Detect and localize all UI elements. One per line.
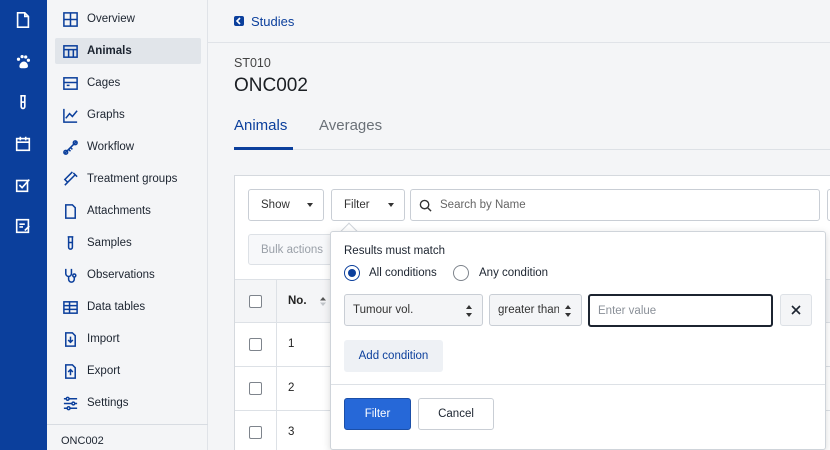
- column-header-no[interactable]: No.: [288, 295, 307, 307]
- document-icon[interactable]: [12, 9, 34, 31]
- sidebar-item-label: Cages: [87, 77, 121, 89]
- sidebar-item-observations[interactable]: Observations: [55, 262, 201, 288]
- sidebar-item-graphs[interactable]: Graphs: [55, 102, 201, 128]
- add-condition-button[interactable]: Add condition: [344, 340, 443, 372]
- operator-select[interactable]: greater than: [489, 294, 582, 326]
- row-number: 2: [288, 382, 295, 394]
- radio-all-conditions[interactable]: [344, 265, 360, 281]
- paw-icon[interactable]: [12, 51, 34, 73]
- sidebar-item-overview[interactable]: Overview: [55, 6, 201, 32]
- select-all-checkbox[interactable]: [249, 295, 262, 308]
- sidebar-item-workflow[interactable]: Workflow: [55, 134, 201, 160]
- row-checkbox[interactable]: [249, 426, 262, 439]
- sidebar-item-label: Observations: [87, 269, 155, 281]
- tab-averages[interactable]: Averages: [319, 117, 382, 150]
- field-select[interactable]: Tumour vol.: [344, 294, 483, 326]
- sidebar-item-data-tables[interactable]: Data tables: [55, 294, 201, 320]
- back-to-studies-link[interactable]: Studies: [251, 14, 294, 29]
- icon-rail: [0, 0, 47, 450]
- sidebar-item-label: Graphs: [87, 109, 125, 121]
- workflow-icon: [61, 138, 79, 156]
- operator-select-value: greater than: [498, 304, 559, 316]
- search-box: [410, 189, 820, 221]
- import-icon: [61, 330, 79, 348]
- sidebar-item-label: Overview: [87, 13, 135, 25]
- breadcrumb: Studies: [208, 0, 830, 43]
- field-select-value: Tumour vol.: [353, 304, 414, 316]
- column-divider: [276, 367, 277, 411]
- notes-icon[interactable]: [12, 215, 34, 237]
- sidebar-item-label: Export: [87, 365, 121, 377]
- apply-filter-button[interactable]: Filter: [344, 398, 411, 430]
- sidebar-item-label: Data tables: [87, 301, 146, 313]
- sidebar-item-cages[interactable]: Cages: [55, 70, 201, 96]
- sidebar-item-samples[interactable]: Samples: [55, 230, 201, 256]
- calendar-icon[interactable]: [12, 133, 34, 155]
- remove-condition-button[interactable]: [780, 294, 812, 326]
- row-checkbox[interactable]: [249, 338, 262, 351]
- popover-divider: [331, 384, 825, 385]
- sidebar: Overview Animals Cages Graphs Workflow T…: [47, 0, 208, 450]
- sidebar-footer-study: ONC002: [47, 424, 208, 450]
- search-icon: [419, 199, 432, 212]
- show-label: Show: [261, 199, 290, 211]
- syringe-icon: [61, 170, 79, 188]
- data-table-icon: [61, 298, 79, 316]
- sort-icon[interactable]: [320, 297, 326, 306]
- sidebar-item-import[interactable]: Import: [55, 326, 201, 352]
- tab-animals[interactable]: Animals: [234, 117, 293, 150]
- sidebar-item-label: Workflow: [87, 141, 135, 153]
- column-divider: [276, 323, 277, 367]
- column-divider: [276, 411, 277, 450]
- test-tube-icon[interactable]: [12, 92, 34, 114]
- checklist-icon[interactable]: [12, 174, 34, 196]
- graph-icon: [61, 106, 79, 124]
- cages-icon: [61, 74, 79, 92]
- overview-icon: [61, 10, 79, 28]
- radio-all-conditions-label[interactable]: All conditions: [369, 267, 437, 279]
- sidebar-item-export[interactable]: Export: [55, 358, 201, 384]
- column-divider: [276, 280, 277, 324]
- sidebar-item-label: Samples: [87, 237, 132, 249]
- settings-icon: [61, 394, 79, 412]
- cancel-button[interactable]: Cancel: [418, 398, 494, 430]
- chevron-left-icon: [234, 16, 244, 26]
- sidebar-item-label: Settings: [87, 397, 129, 409]
- stethoscope-icon: [61, 266, 79, 284]
- radio-any-condition[interactable]: [453, 265, 469, 281]
- row-checkbox[interactable]: [249, 382, 262, 395]
- filter-popover: Results must match All conditions Any co…: [330, 231, 826, 450]
- table-icon: [61, 42, 79, 60]
- sidebar-item-label: Attachments: [87, 205, 151, 217]
- filter-dropdown[interactable]: Filter: [331, 189, 405, 221]
- sidebar-item-settings[interactable]: Settings: [55, 390, 201, 416]
- caret-down-icon: [307, 203, 313, 207]
- sidebar-item-treatment-groups[interactable]: Treatment groups: [55, 166, 201, 192]
- radio-any-condition-label[interactable]: Any condition: [479, 267, 548, 279]
- study-code: ST010: [234, 56, 271, 70]
- search-input[interactable]: [440, 199, 800, 211]
- sidebar-item-label: Animals: [87, 45, 132, 57]
- caret-down-icon: [388, 203, 394, 207]
- test-tube-icon: [61, 234, 79, 252]
- sidebar-item-animals[interactable]: Animals: [55, 38, 201, 64]
- sidebar-item-label: Treatment groups: [87, 173, 178, 185]
- close-icon: [791, 305, 801, 315]
- row-number: 1: [288, 338, 295, 350]
- show-dropdown[interactable]: Show: [248, 189, 324, 221]
- select-arrows-icon: [466, 305, 472, 317]
- condition-value-input[interactable]: [588, 294, 773, 327]
- select-arrows-icon: [565, 305, 571, 317]
- attachment-icon: [61, 202, 79, 220]
- export-icon: [61, 362, 79, 380]
- sidebar-item-attachments[interactable]: Attachments: [55, 198, 201, 224]
- bulk-actions-button[interactable]: Bulk actions: [248, 234, 338, 265]
- filter-label: Filter: [344, 199, 370, 211]
- page-title: ONC002: [234, 75, 308, 96]
- tab-bar: Animals Averages: [234, 117, 830, 150]
- row-number: 3: [288, 426, 295, 438]
- sidebar-item-label: Import: [87, 333, 120, 345]
- popover-title: Results must match: [344, 245, 445, 257]
